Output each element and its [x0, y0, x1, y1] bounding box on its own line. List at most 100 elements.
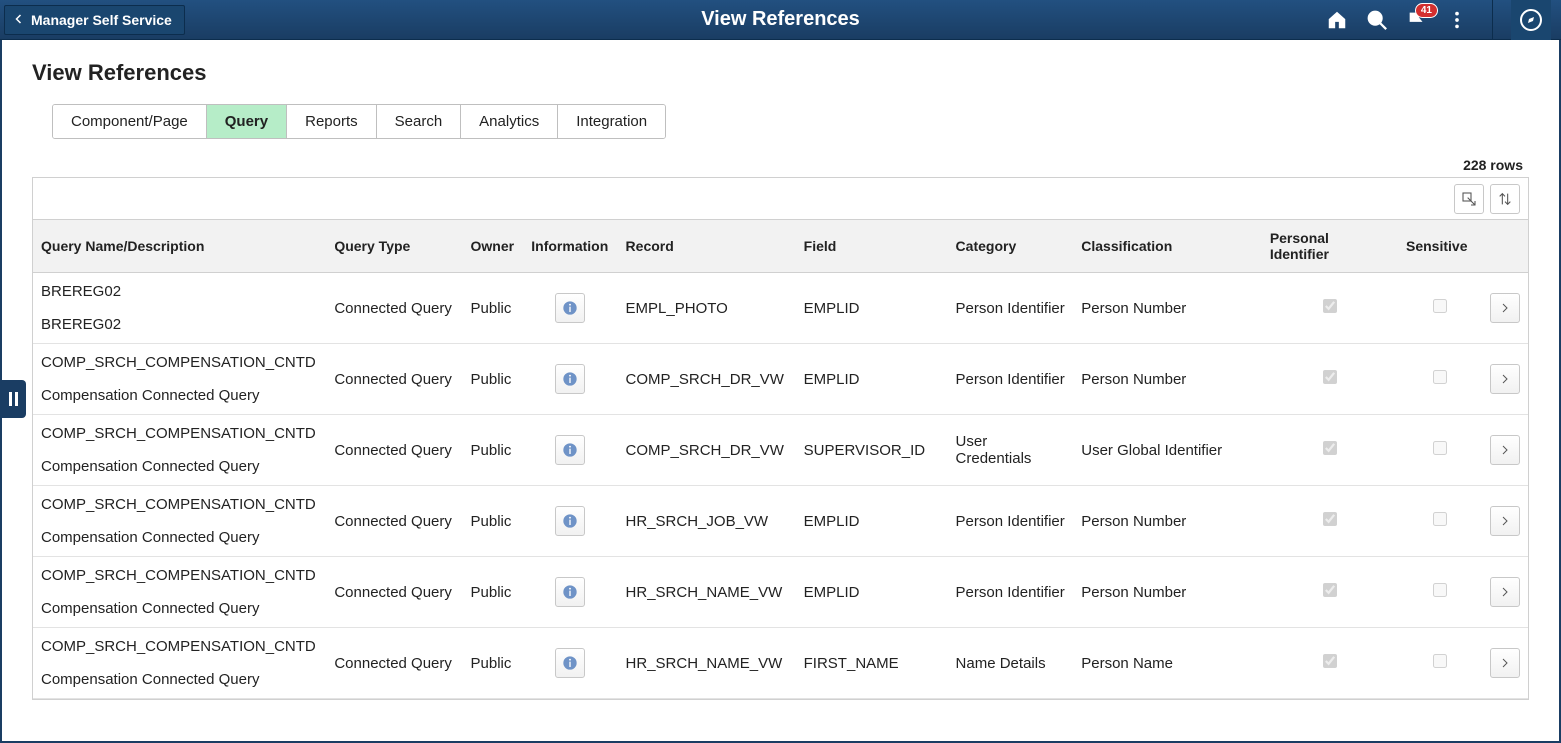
- query-type: Connected Query: [326, 415, 462, 486]
- query-type: Connected Query: [326, 557, 462, 628]
- row-expand-button[interactable]: [1490, 648, 1520, 678]
- col-header[interactable]: Query Type: [326, 220, 462, 273]
- sensitive-checkbox: [1433, 583, 1447, 597]
- query-description: Compensation Connected Query: [41, 671, 318, 688]
- col-header[interactable]: Personal Identifier: [1262, 220, 1398, 273]
- sensitive-checkbox: [1433, 370, 1447, 384]
- tab-search[interactable]: Search: [377, 105, 462, 138]
- personal-identifier-checkbox: [1323, 512, 1337, 526]
- query-classification: User Global Identifier: [1073, 415, 1262, 486]
- col-header[interactable]: Sensitive: [1398, 220, 1482, 273]
- query-description: BREREG02: [41, 316, 318, 333]
- personal-identifier-checkbox: [1323, 583, 1337, 597]
- query-owner: Public: [463, 557, 524, 628]
- tab-reports[interactable]: Reports: [287, 105, 377, 138]
- grid-sort-button[interactable]: [1490, 184, 1520, 214]
- global-header: Manager Self Service View References 41: [0, 0, 1561, 40]
- table-row: COMP_SRCH_COMPENSATION_CNTDCompensation …: [33, 415, 1528, 486]
- personal-identifier-checkbox: [1323, 299, 1337, 313]
- row-expand-button[interactable]: [1490, 435, 1520, 465]
- personal-identifier-checkbox: [1323, 654, 1337, 668]
- sensitive-checkbox: [1433, 512, 1447, 526]
- header-separator: [1492, 0, 1493, 40]
- col-header[interactable]: Category: [948, 220, 1074, 273]
- query-description: Compensation Connected Query: [41, 387, 318, 404]
- compass-icon: [1519, 8, 1543, 32]
- tab-analytics[interactable]: Analytics: [461, 105, 558, 138]
- query-category: Person Identifier: [948, 557, 1074, 628]
- table-row: COMP_SRCH_COMPENSATION_CNTDCompensation …: [33, 344, 1528, 415]
- query-category: Person Identifier: [948, 273, 1074, 344]
- chevron-left-icon: [13, 12, 25, 28]
- info-button[interactable]: [555, 293, 585, 323]
- back-button[interactable]: Manager Self Service: [4, 5, 185, 35]
- row-count-label: 228 rows: [32, 157, 1523, 173]
- actions-menu-icon[interactable]: [1446, 9, 1468, 31]
- query-field: FIRST_NAME: [796, 628, 948, 699]
- query-category: Person Identifier: [948, 344, 1074, 415]
- query-field: SUPERVISOR_ID: [796, 415, 948, 486]
- sensitive-checkbox: [1433, 441, 1447, 455]
- col-header[interactable]: Owner: [463, 220, 524, 273]
- query-owner: Public: [463, 415, 524, 486]
- info-button[interactable]: [555, 364, 585, 394]
- query-name: COMP_SRCH_COMPENSATION_CNTD: [41, 425, 318, 442]
- table-row: COMP_SRCH_COMPENSATION_CNTD Compensation …: [33, 557, 1528, 628]
- table-row: COMP_SRCH_COMPENSATION_CNTDCompensation …: [33, 486, 1528, 557]
- query-category: User Credentials: [948, 415, 1074, 486]
- pause-icon: [9, 392, 18, 406]
- query-record: HR_SRCH_NAME_VW: [618, 557, 796, 628]
- personal-identifier-checkbox: [1323, 441, 1337, 455]
- col-header[interactable]: Information: [523, 220, 617, 273]
- query-field: EMPLID: [796, 273, 948, 344]
- query-type: Connected Query: [326, 628, 462, 699]
- info-button[interactable]: [555, 506, 585, 536]
- navbar-toggle[interactable]: [1511, 0, 1551, 40]
- page-title: View References: [32, 60, 1529, 86]
- info-button[interactable]: [555, 648, 585, 678]
- query-name: BREREG02: [41, 283, 318, 300]
- query-record: HR_SRCH_JOB_VW: [618, 486, 796, 557]
- col-header[interactable]: Classification: [1073, 220, 1262, 273]
- query-name: COMP_SRCH_COMPENSATION_CNTD: [41, 638, 318, 655]
- row-expand-button[interactable]: [1490, 506, 1520, 536]
- query-classification: Person Name: [1073, 628, 1262, 699]
- col-header[interactable]: Field: [796, 220, 948, 273]
- query-description: Compensation Connected Query: [41, 600, 318, 617]
- tab-component-page[interactable]: Component/Page: [53, 105, 207, 138]
- sort-icon: [1497, 191, 1513, 207]
- query-classification: Person Number: [1073, 273, 1262, 344]
- query-type: Connected Query: [326, 273, 462, 344]
- info-button[interactable]: [555, 435, 585, 465]
- results-grid: Query Name/Description Query Type Owner …: [32, 177, 1529, 700]
- home-icon[interactable]: [1326, 9, 1348, 31]
- tab-bar: Component/PageQueryReportsSearchAnalytic…: [52, 104, 666, 139]
- col-header[interactable]: Query Name/Description: [33, 220, 326, 273]
- col-header[interactable]: Record: [618, 220, 796, 273]
- query-record: COMP_SRCH_DR_VW: [618, 415, 796, 486]
- row-expand-button[interactable]: [1490, 293, 1520, 323]
- query-owner: Public: [463, 344, 524, 415]
- row-expand-button[interactable]: [1490, 577, 1520, 607]
- query-classification: Person Number: [1073, 486, 1262, 557]
- query-record: EMPL_PHOTO: [618, 273, 796, 344]
- col-header-expand: [1482, 220, 1528, 273]
- side-panel-toggle[interactable]: [0, 380, 26, 418]
- query-name: COMP_SRCH_COMPENSATION_CNTD: [41, 567, 318, 584]
- query-type: Connected Query: [326, 486, 462, 557]
- notifications-button[interactable]: 41: [1406, 9, 1428, 31]
- query-record: HR_SRCH_NAME_VW: [618, 628, 796, 699]
- query-type: Connected Query: [326, 344, 462, 415]
- sensitive-checkbox: [1433, 654, 1447, 668]
- query-classification: Person Number: [1073, 557, 1262, 628]
- header-actions: 41: [1326, 0, 1561, 40]
- notification-count-badge: 41: [1415, 3, 1438, 18]
- content-area: View References Component/PageQueryRepor…: [0, 40, 1561, 743]
- grid-export-button[interactable]: [1454, 184, 1484, 214]
- search-icon[interactable]: [1366, 9, 1388, 31]
- tab-query[interactable]: Query: [207, 105, 287, 138]
- tab-integration[interactable]: Integration: [558, 105, 665, 138]
- query-table: Query Name/Description Query Type Owner …: [33, 220, 1528, 699]
- info-button[interactable]: [555, 577, 585, 607]
- row-expand-button[interactable]: [1490, 364, 1520, 394]
